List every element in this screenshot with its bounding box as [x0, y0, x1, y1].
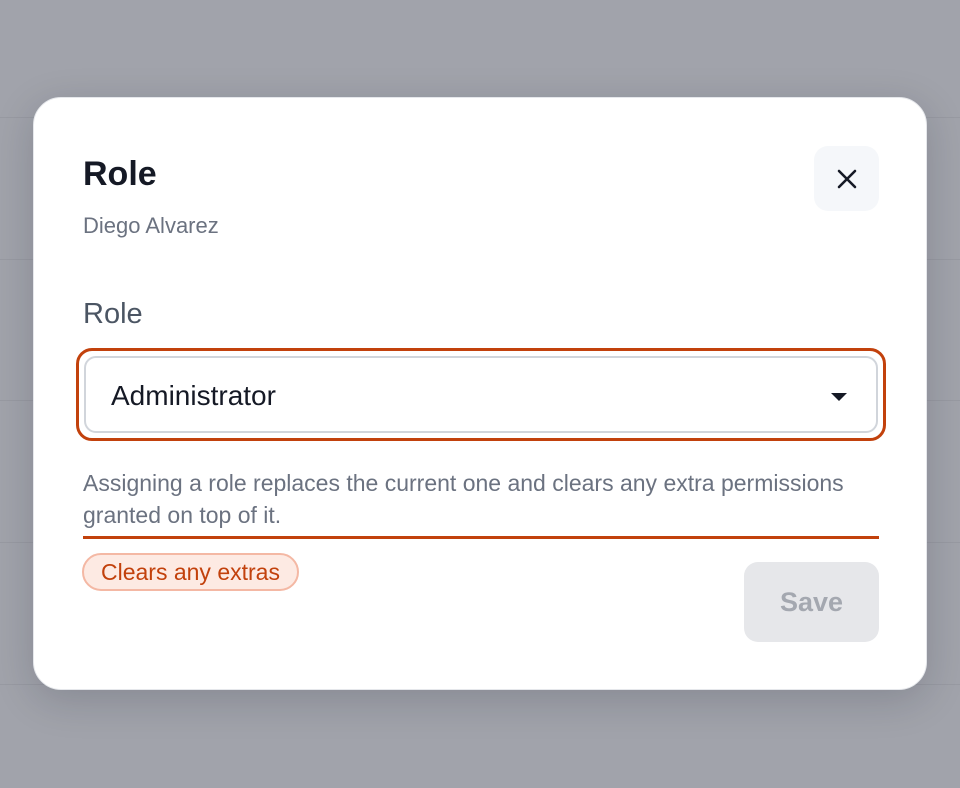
role-select-value: Administrator [111, 380, 276, 411]
role-dialog: Role Diego Alvarez Role Administrator As… [33, 97, 927, 690]
warning-underline [83, 536, 879, 539]
close-icon [837, 169, 856, 188]
role-field-label: Role [83, 298, 143, 330]
caret-down-icon [831, 393, 847, 401]
role-select[interactable]: Administrator [84, 356, 878, 433]
dialog-subtitle: Diego Alvarez [83, 213, 219, 238]
role-help-text: Assigning a role replaces the current on… [83, 470, 844, 528]
close-button[interactable] [814, 146, 879, 211]
save-button[interactable]: Save [744, 562, 879, 642]
warning-badge: Clears any extras [82, 553, 299, 591]
dialog-title: Role [83, 155, 157, 193]
